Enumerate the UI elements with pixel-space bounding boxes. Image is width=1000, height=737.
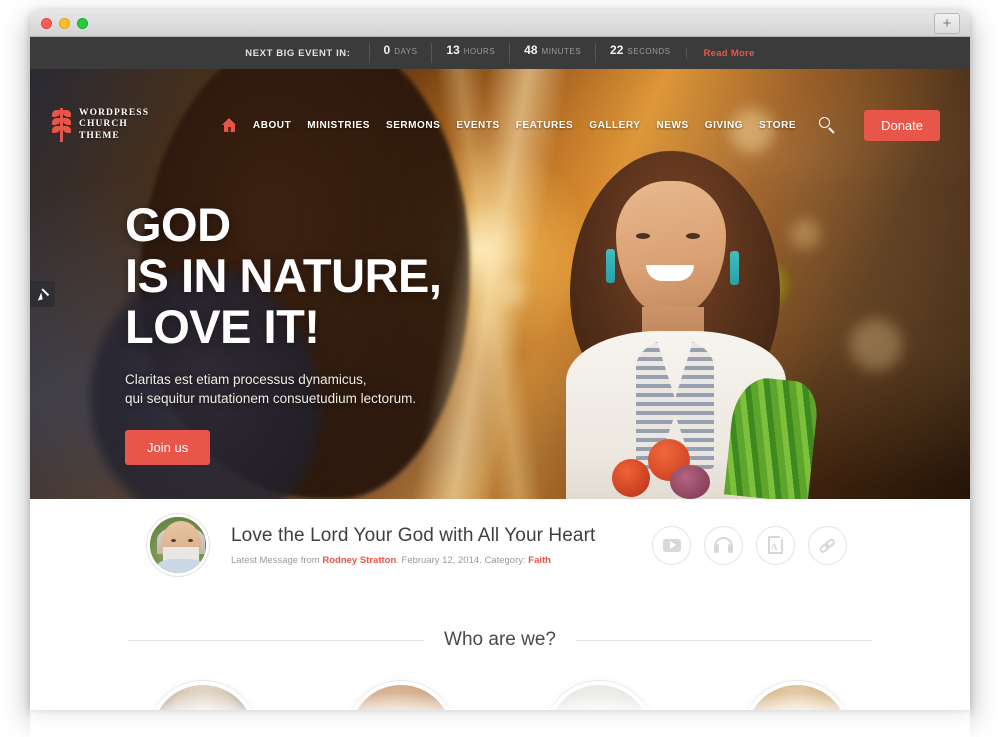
sermon-link-button[interactable] (808, 525, 847, 565)
nav-item-store[interactable]: STORE (759, 120, 796, 131)
theme-customizer-button[interactable] (30, 281, 55, 307)
sermon-text-block: Love the Lord Your God with All Your Hea… (231, 525, 652, 566)
countdown-days: 0 DAYS (368, 43, 432, 63)
countdown-label: NEXT BIG EVENT IN: (245, 47, 351, 59)
person-eye-right (686, 233, 700, 239)
hero-subtext: Claritas est etiam processus dynamicus, … (125, 370, 441, 408)
link-icon (814, 532, 841, 559)
countdown-days-unit: DAYS (394, 47, 418, 56)
nav-item-events[interactable]: EVENTS (456, 120, 499, 131)
countdown-days-value: 0 (383, 43, 391, 57)
home-icon (221, 118, 237, 132)
nav-item-features[interactable]: FEATURES (516, 120, 574, 131)
team-members-row (148, 681, 852, 710)
sermon-category-link[interactable]: Faith (528, 555, 551, 566)
hero-headline-line-1: GOD (125, 198, 231, 251)
site-logo-text: WORDPRESS CHURCH THEME (79, 108, 149, 143)
sermon-pdf-button[interactable]: A (756, 525, 795, 565)
video-icon (662, 538, 681, 552)
maximize-window-button[interactable] (77, 18, 88, 29)
team-member-3[interactable] (544, 681, 654, 710)
sermon-card: Love the Lord Your God with All Your Hea… (125, 499, 875, 591)
page-title: Who are we? (444, 629, 556, 650)
nav-item-ministries[interactable]: MINISTRIES (307, 120, 370, 131)
bokeh-light (850, 319, 902, 371)
sermon-media-links: A (652, 525, 847, 565)
nav-item-about[interactable]: ABOUT (253, 120, 291, 131)
paintbrush-icon (35, 287, 50, 301)
countdown-seconds-value: 22 (610, 43, 624, 57)
sermon-author-link[interactable]: Rodney Stratton (322, 555, 396, 566)
earring-right (730, 251, 739, 285)
hero-banner: WORDPRESS CHURCH THEME ABOUT MINISTRIES … (30, 69, 970, 499)
hero-subtext-line-1: Claritas est etiam processus dynamicus, (125, 372, 367, 387)
read-more-link[interactable]: Read More (686, 47, 754, 59)
section-heading: Who are we? (128, 629, 873, 651)
headphones-icon (714, 537, 733, 553)
site-logo[interactable]: WORDPRESS CHURCH THEME (52, 108, 149, 143)
countdown-minutes: 48 MINUTES (509, 43, 595, 63)
window-controls (41, 18, 88, 29)
sermon-meta: Latest Message from Rodney Stratton. Feb… (231, 555, 652, 566)
page-viewport: NEXT BIG EVENT IN: 0 DAYS 13 HOURS 48 MI… (30, 37, 970, 710)
logo-line-1: WORDPRESS (79, 107, 150, 118)
nav-item-home[interactable] (221, 118, 237, 132)
sermon-video-button[interactable] (652, 525, 691, 565)
close-window-button[interactable] (41, 18, 52, 29)
search-icon[interactable] (816, 114, 838, 136)
hero-headline-line-2: IS IN NATURE, (125, 249, 442, 302)
nav-item-giving[interactable]: GIVING (705, 120, 743, 131)
countdown: NEXT BIG EVENT IN: 0 DAYS 13 HOURS 48 MI… (245, 43, 754, 63)
logo-line-2: CHURCH (79, 119, 128, 130)
countdown-minutes-unit: MINUTES (541, 47, 582, 56)
nav-menu: ABOUT MINISTRIES SERMONS EVENTS FEATURES… (221, 109, 940, 141)
logo-line-3: THEME (79, 130, 120, 141)
countdown-hours: 13 HOURS (431, 43, 509, 63)
wheat-decoration-right (868, 507, 924, 551)
sermon-meta-prefix: Latest Message from (231, 554, 323, 566)
donate-button[interactable]: Donate (864, 109, 940, 141)
nav-item-gallery[interactable]: GALLERY (589, 120, 640, 131)
divider-left (128, 639, 425, 641)
countdown-minutes-value: 48 (524, 43, 538, 57)
team-member-4[interactable] (742, 681, 852, 710)
countdown-hours-unit: HOURS (463, 47, 496, 56)
wheat-icon (52, 108, 72, 142)
earring-left (606, 249, 615, 283)
browser-titlebar: + (30, 10, 970, 37)
sermon-meta-middle: . February 12, 2014. Category: (396, 554, 529, 566)
countdown-hours-value: 13 (446, 43, 460, 57)
countdown-seconds: 22 SECONDS (595, 43, 684, 63)
sermon-audio-button[interactable] (704, 525, 743, 565)
sermon-title[interactable]: Love the Lord Your God with All Your Hea… (231, 525, 652, 547)
main-navigation: WORDPRESS CHURCH THEME ABOUT MINISTRIES … (30, 101, 970, 149)
hero-headline: GOD IS IN NATURE, LOVE IT! (125, 198, 442, 353)
bokeh-light (500, 279, 526, 305)
who-are-we-section: Who are we? (30, 591, 970, 710)
hero-headline-line-3: LOVE IT! (125, 300, 320, 353)
hero-content: GOD IS IN NATURE, LOVE IT! Claritas est … (125, 198, 442, 465)
join-us-button[interactable]: Join us (125, 430, 211, 465)
hero-subtext-line-2: qui sequitur mutationem consuetudium lec… (125, 391, 417, 406)
team-member-1[interactable] (148, 681, 258, 710)
nav-item-sermons[interactable]: SERMONS (386, 120, 440, 131)
team-member-2[interactable] (346, 681, 456, 710)
event-countdown-bar: NEXT BIG EVENT IN: 0 DAYS 13 HOURS 48 MI… (30, 37, 970, 69)
minimize-window-button[interactable] (59, 18, 70, 29)
latest-sermon-section: Love the Lord Your God with All Your Hea… (30, 499, 970, 591)
person-eye-left (636, 233, 650, 239)
divider-right (575, 639, 873, 641)
avatar (147, 514, 209, 576)
new-tab-button[interactable]: + (934, 13, 960, 34)
browser-window: + NEXT BIG EVENT IN: 0 DAYS 13 HOURS 48 … (30, 10, 970, 710)
nav-item-news[interactable]: NEWS (657, 120, 689, 131)
wheat-decoration-left (76, 507, 132, 551)
countdown-seconds-unit: SECONDS (627, 47, 671, 56)
pdf-icon: A (768, 535, 784, 554)
